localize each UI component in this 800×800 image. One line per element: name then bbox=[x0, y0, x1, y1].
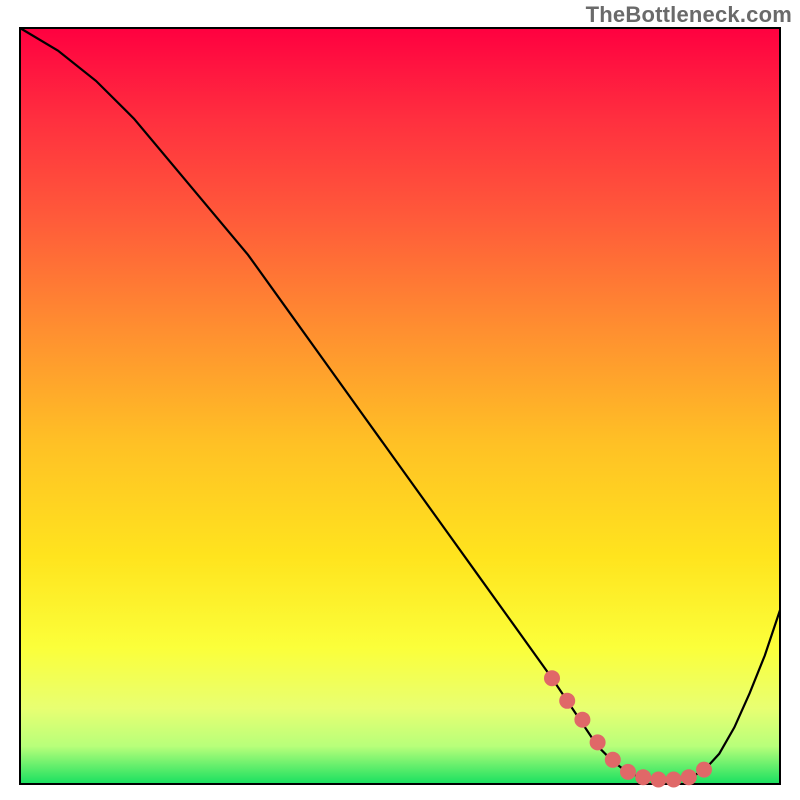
optimal-marker bbox=[620, 764, 636, 780]
bottleneck-chart bbox=[0, 0, 800, 800]
watermark-text: TheBottleneck.com bbox=[586, 2, 792, 28]
optimal-marker bbox=[666, 772, 682, 788]
optimal-marker bbox=[574, 712, 590, 728]
optimal-marker bbox=[544, 670, 560, 686]
plot-background bbox=[20, 28, 780, 784]
optimal-marker bbox=[696, 762, 712, 778]
optimal-marker bbox=[559, 693, 575, 709]
optimal-marker bbox=[590, 734, 606, 750]
optimal-marker bbox=[605, 752, 621, 768]
optimal-marker bbox=[650, 772, 666, 788]
chart-container: TheBottleneck.com bbox=[0, 0, 800, 800]
optimal-marker bbox=[681, 769, 697, 785]
optimal-marker bbox=[635, 769, 651, 785]
